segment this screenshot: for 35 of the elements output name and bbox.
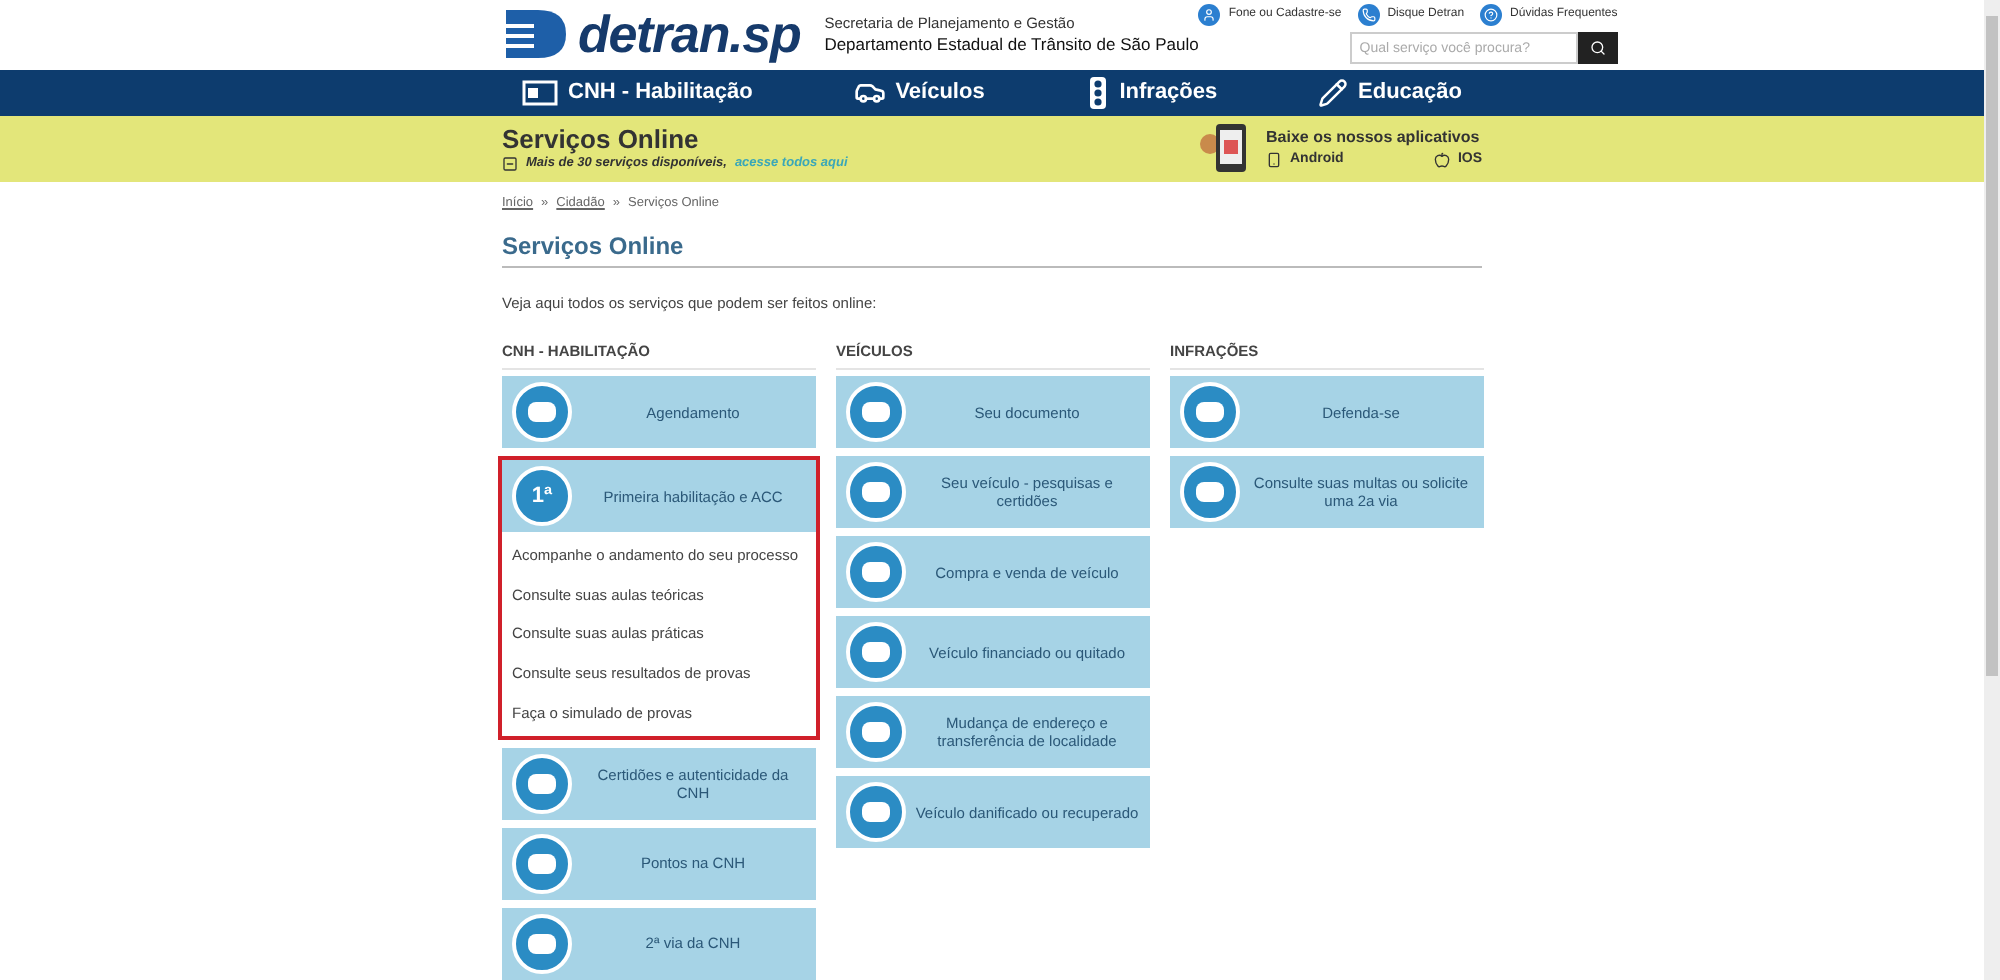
pencil-icon (1318, 77, 1349, 108)
search-icon (1589, 40, 1606, 57)
apps-title: Baixe os nossos aplicativos (1266, 126, 1482, 151)
phone-icon (1266, 152, 1282, 169)
traffic-light-icon (1085, 75, 1110, 110)
phone-icon (1361, 8, 1376, 23)
phone-app-icon (1198, 120, 1250, 177)
document-icon (846, 382, 906, 443)
apple-icon (1433, 152, 1450, 169)
document-icon (846, 462, 906, 523)
document-icon (512, 833, 572, 894)
help-icon (1484, 8, 1499, 23)
user-icon (1202, 8, 1217, 23)
id-card-icon (522, 79, 558, 106)
collapse-icon (502, 155, 518, 172)
document-icon (846, 782, 906, 843)
document-icon (512, 382, 572, 443)
document-icon (512, 913, 572, 974)
page-title: Serviços Online (502, 227, 1482, 268)
document-icon (1180, 462, 1240, 523)
org-title: Departamento Estadual de Trânsito de São Paulo (824, 34, 1199, 55)
banner-title: Serviços Online (502, 123, 701, 154)
document-icon (846, 702, 906, 763)
nav-link[interactable]: Veículos (853, 76, 985, 110)
document-icon: 1ª (512, 466, 572, 527)
logo-text: detran.sp (578, 8, 801, 61)
document-icon (512, 753, 572, 814)
nav-link[interactable]: CNH - Habilitação (522, 76, 753, 110)
document-icon (846, 542, 906, 603)
document-icon (1180, 382, 1240, 443)
logo-swoosh-icon (502, 6, 570, 63)
document-icon (846, 622, 906, 683)
nav-link[interactable]: Educação (1318, 76, 1462, 110)
nav-link[interactable]: Infrações (1085, 75, 1218, 110)
search-button[interactable] (1577, 32, 1618, 65)
